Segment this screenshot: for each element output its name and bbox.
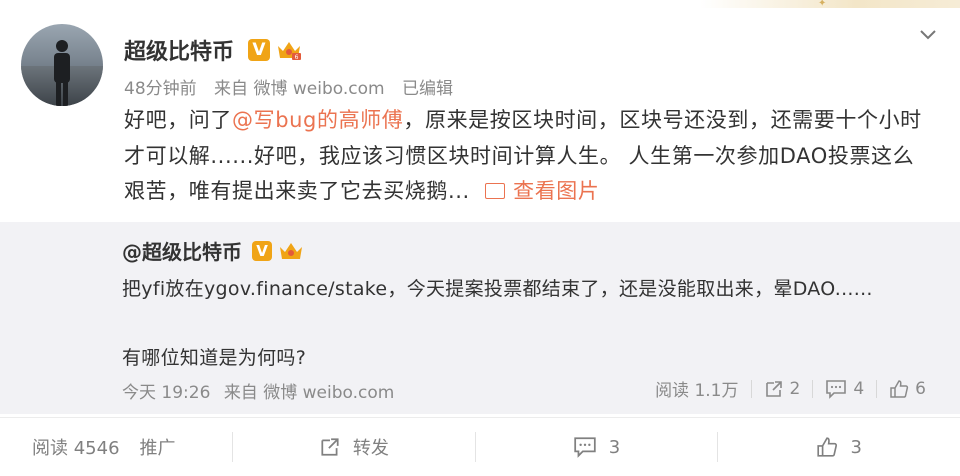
post-header: 超级比特币 V 6 <box>124 34 302 66</box>
post-time[interactable]: 48分钟前 <box>124 79 197 99</box>
repost-comment-count: 4 <box>853 378 865 399</box>
author-name[interactable]: 超级比特币 <box>124 34 234 66</box>
footer-read-info: 阅读 4546 推广 <box>0 434 232 460</box>
repost-stats: 阅读 1.1万 2 4 6 <box>643 376 938 402</box>
promote-button[interactable]: 推广 <box>140 434 176 460</box>
verified-badge-icon: V <box>252 240 272 261</box>
avatar[interactable] <box>21 24 103 106</box>
view-image-link[interactable]: 查看图片 <box>485 179 599 203</box>
repost-author[interactable]: @超级比特币 <box>122 236 242 265</box>
comment-icon <box>574 437 596 458</box>
repost-meta: 今天 19:26 来自 微博 weibo.com <box>122 378 402 403</box>
chevron-down-icon[interactable] <box>918 24 938 44</box>
repost-source[interactable]: 来自 微博 weibo.com <box>224 383 395 403</box>
view-image-label: 查看图片 <box>513 179 600 203</box>
post-text: 好吧，问了@写bug的高师傅，原来是按区块时间，区块号还没到，还需要十个小时才可… <box>124 103 924 210</box>
reposted-card[interactable]: @超级比特币 V 把yfi放在ygov.finance/stake，今天提案投票… <box>0 222 960 414</box>
repost-header: @超级比特币 V <box>122 236 304 265</box>
post-text-part1: 好吧，问了 <box>124 108 232 132</box>
post-meta: 48分钟前 来自 微博 weibo.com 已编辑 <box>124 74 465 99</box>
repost-read-count: 阅读 1.1万 <box>655 381 739 401</box>
weibo-post: ✦ 超级比特币 V 6 48分钟前 来自 微博 weibo.com 已编辑 好吧… <box>0 0 960 475</box>
forward-icon <box>765 380 782 397</box>
comment-count: 3 <box>608 436 621 458</box>
like-count: 3 <box>850 436 862 458</box>
repost-forward-count: 2 <box>789 378 801 399</box>
thumbs-up-icon <box>890 379 909 398</box>
thumbs-up-icon <box>817 437 838 457</box>
image-icon <box>485 183 506 199</box>
post-source[interactable]: 来自 微博 weibo.com <box>214 79 385 99</box>
avatar-person-icon <box>54 40 70 106</box>
like-button[interactable]: 3 <box>718 436 960 458</box>
repost-like-count: 6 <box>915 378 926 399</box>
svg-text:6: 6 <box>295 54 299 61</box>
mention-link[interactable]: @写bug的高师傅 <box>232 108 403 132</box>
repost-time[interactable]: 今天 19:26 <box>122 383 210 403</box>
repost-text-line2: 有哪位知道是为何吗? <box>122 347 307 369</box>
repost-forward-button[interactable]: 2 <box>752 379 813 399</box>
repost-like-button[interactable]: 6 <box>877 379 938 399</box>
action-bar: 阅读 4546 推广 转发 3 3 <box>0 417 960 476</box>
decoration-icon: ✦ <box>818 0 827 9</box>
forward-icon <box>321 438 339 456</box>
member-crown-icon: 6 <box>278 42 302 61</box>
comment-button[interactable]: 3 <box>476 436 718 458</box>
edited-label[interactable]: 已编辑 <box>402 79 453 99</box>
member-crown-icon <box>280 242 302 259</box>
repost-button[interactable]: 转发 <box>233 434 475 460</box>
repost-text-line1: 把yfi放在ygov.finance/stake，今天提案投票都结束了，还是没能… <box>122 278 873 300</box>
verified-badge-icon: V <box>248 39 271 61</box>
repost-label: 转发 <box>352 438 389 459</box>
repost-comment-button[interactable]: 4 <box>813 379 876 399</box>
comment-icon <box>826 379 847 399</box>
top-decoration: ✦ <box>700 0 960 9</box>
read-count: 阅读 4546 <box>32 438 120 459</box>
